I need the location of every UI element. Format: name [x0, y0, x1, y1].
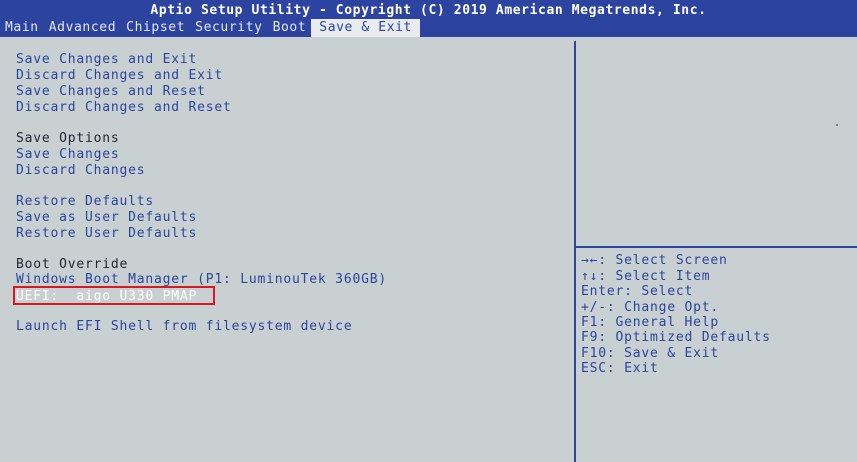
launch-efi-shell-option[interactable]: Launch EFI Shell from filesystem device	[16, 319, 352, 334]
screen-speck	[836, 124, 838, 126]
save-changes-option[interactable]: Save Changes	[16, 147, 120, 162]
header-bar: Aptio Setup Utility - Copyright (C) 2019…	[0, 0, 857, 37]
save-changes-and-reset-option[interactable]: Save Changes and Reset	[16, 84, 206, 99]
tab-security[interactable]: Security	[190, 19, 267, 37]
help-description-panel	[576, 41, 857, 248]
boot-override-windows-boot-manager[interactable]: Windows Boot Manager (P1: LuminouTek 360…	[16, 272, 387, 287]
restore-user-defaults-option[interactable]: Restore User Defaults	[16, 226, 197, 241]
tab-bar: Main Advanced Chipset Security Boot Save…	[0, 19, 420, 37]
boot-override-uefi-aigo[interactable]: UEFI: aigo U330 PMAP	[16, 289, 197, 304]
save-as-user-defaults-option[interactable]: Save as User Defaults	[16, 210, 197, 225]
save-options-heading: Save Options	[16, 131, 120, 146]
discard-changes-and-exit-option[interactable]: Discard Changes and Exit	[16, 68, 223, 83]
boot-override-heading: Boot Override	[16, 257, 129, 272]
tab-main[interactable]: Main	[0, 19, 44, 37]
help-change-opt: +/-: Change Opt.	[581, 300, 720, 315]
tab-advanced[interactable]: Advanced	[44, 19, 121, 37]
help-optimized-defaults: F9: Optimized Defaults	[581, 330, 771, 345]
app-title: Aptio Setup Utility - Copyright (C) 2019…	[150, 3, 707, 18]
help-esc-exit: ESC: Exit	[581, 361, 659, 376]
help-save-exit: F10: Save & Exit	[581, 346, 720, 361]
tab-boot[interactable]: Boot	[268, 19, 312, 37]
help-general-help: F1: General Help	[581, 315, 720, 330]
discard-changes-and-reset-option[interactable]: Discard Changes and Reset	[16, 100, 232, 115]
save-changes-and-exit-option[interactable]: Save Changes and Exit	[16, 52, 197, 67]
discard-changes-option[interactable]: Discard Changes	[16, 163, 145, 178]
help-select-screen: →←: Select Screen	[581, 253, 728, 268]
help-enter-select: Enter: Select	[581, 284, 694, 299]
tab-chipset[interactable]: Chipset	[121, 19, 190, 37]
tab-save-exit[interactable]: Save & Exit	[311, 19, 420, 37]
restore-defaults-option[interactable]: Restore Defaults	[16, 194, 154, 209]
help-select-item: ↑↓: Select Item	[581, 269, 711, 284]
